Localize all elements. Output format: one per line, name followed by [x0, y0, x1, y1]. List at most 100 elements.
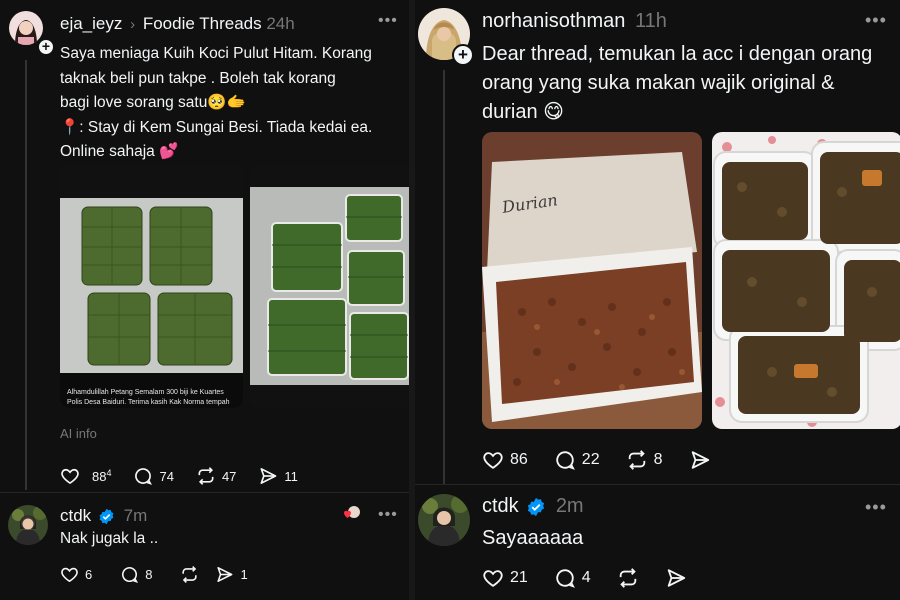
more-icon[interactable]: ••• [865, 10, 887, 31]
like-count: 86 [510, 451, 528, 468]
like-count-value: 88 [92, 469, 107, 485]
share-icon [217, 566, 233, 583]
post-image-1[interactable]: Durian [482, 132, 702, 429]
post-line: taknak beli pun takpe . Boleh tak korang [60, 69, 336, 87]
heart-icon [483, 570, 503, 587]
share-count: 11 [284, 468, 298, 484]
like-button[interactable]: 884 [60, 466, 111, 486]
comment-icon [556, 569, 575, 588]
reply-count: 8 [145, 567, 153, 582]
post-line: Saya meniaga Kuih Koci Pulut Hitam. Kora… [60, 45, 372, 62]
comment-icon [135, 468, 153, 485]
reply-author-username[interactable]: ctdk [60, 506, 91, 525]
share-button[interactable]: 1 [215, 565, 248, 584]
divider [415, 484, 900, 485]
post-line: Online sahaja 💕 [60, 143, 179, 160]
liked-by-author-icon [343, 505, 361, 523]
repost-icon [198, 467, 214, 485]
heart-icon [61, 567, 78, 583]
reply-button[interactable]: 8 [120, 565, 152, 584]
post-line: durian 😋 [482, 101, 565, 123]
post-time: 11h [635, 10, 667, 32]
comment-icon [556, 451, 575, 470]
like-count-sup: 4 [106, 467, 112, 478]
post-author-username[interactable]: eja_ieyz [60, 14, 122, 33]
like-button[interactable]: 86 [482, 449, 528, 471]
community-name[interactable]: Foodie Threads [143, 14, 262, 33]
share-count: 1 [240, 567, 248, 582]
like-button[interactable]: 6 [60, 565, 92, 584]
reply-count: 74 [159, 468, 174, 484]
repost-button[interactable]: 8 [626, 449, 663, 471]
repost-count: 8 [653, 451, 663, 468]
post-actions: 884 74 47 11 [60, 466, 298, 486]
post-author-username[interactable]: norhanisothman [482, 10, 625, 32]
image-caption-line: Alhamdulillah Petang Semalam 300 biji ke… [67, 389, 224, 396]
reply-author-avatar[interactable] [418, 494, 470, 546]
share-icon [260, 468, 277, 484]
reply-time: 7m [123, 506, 148, 525]
share-icon [691, 451, 709, 469]
post-image-2[interactable] [712, 132, 900, 429]
wajik-container-photo [482, 132, 702, 429]
thread-connector-line [25, 60, 27, 490]
reply-button[interactable]: 4 [554, 567, 591, 589]
reply-body: Sayaaaaaa [482, 527, 584, 549]
post-image-2[interactable] [250, 165, 409, 408]
image-caption-line: Polis Desa Baiduri. Terima kasih Kak Nor… [67, 399, 230, 406]
post-header: norhanisothman 11h [482, 10, 667, 33]
thread-connector-line [443, 70, 445, 485]
heart-icon [61, 468, 79, 485]
right-screenshot: + norhanisothman 11h ••• Dear thread, te… [415, 0, 900, 600]
share-icon [667, 569, 685, 587]
reply-author-avatar[interactable] [8, 505, 48, 545]
share-button[interactable] [665, 567, 687, 589]
reply-header: ctdk 2m [482, 495, 584, 518]
post-body: Saya meniaga Kuih Koci Pulut Hitam. Kora… [60, 42, 372, 165]
reply-count: 4 [581, 569, 591, 586]
follow-plus-icon[interactable]: + [37, 38, 55, 56]
wajik-boxes-photo [712, 132, 900, 429]
repost-icon [628, 450, 645, 470]
reply-body: Nak jugak la .. [60, 530, 159, 547]
post-actions: 86 22 8 [482, 449, 711, 471]
image-caption: Alhamdulillah Petang Semalam 300 biji ke… [67, 388, 230, 408]
post-image-1[interactable]: Alhamdulillah Petang Semalam 300 biji ke… [60, 165, 243, 408]
like-count: 21 [510, 569, 528, 586]
repost-count: 47 [221, 468, 237, 484]
post-time: 24h [266, 14, 295, 33]
like-count: 884 [86, 468, 111, 484]
verified-icon [99, 508, 114, 525]
reply-button[interactable]: 22 [554, 449, 600, 471]
repost-icon [619, 568, 636, 588]
comment-icon [122, 567, 139, 583]
chevron-right-icon: › [130, 16, 136, 33]
repost-button[interactable]: 47 [196, 466, 236, 486]
like-button[interactable]: 21 [482, 567, 528, 589]
reply-author-username[interactable]: ctdk [482, 495, 519, 517]
more-icon[interactable]: ••• [378, 506, 398, 524]
ai-info-label[interactable]: AI info [60, 426, 97, 441]
reply-count: 22 [581, 451, 600, 468]
kuih-koci-tray-photo [60, 165, 243, 408]
reply-actions: 21 4 [482, 567, 687, 589]
reply-actions: 6 8 1 [60, 565, 248, 584]
verified-icon [528, 497, 545, 516]
share-button[interactable] [689, 449, 711, 471]
like-count: 6 [85, 567, 93, 582]
repost-button[interactable] [617, 567, 639, 589]
follow-plus-icon[interactable]: + [452, 44, 474, 66]
reply-button[interactable]: 74 [133, 466, 174, 486]
repost-icon [182, 566, 198, 583]
post-line: 📍: Stay di Kem Sungai Besi. Tiada kedai … [60, 118, 373, 136]
reply-time: 2m [555, 495, 584, 517]
more-icon[interactable]: ••• [865, 497, 887, 518]
share-button[interactable]: 11 [258, 466, 298, 486]
more-icon[interactable]: ••• [378, 12, 398, 30]
reply-header: ctdk 7m [60, 506, 147, 526]
left-screenshot: + eja_ieyz › Foodie Threads 24h ••• Saya… [0, 0, 409, 600]
divider [0, 492, 409, 493]
post-line: bagi love sorang satu🥺🫱 [60, 94, 246, 111]
post-author-avatar[interactable] [9, 11, 43, 45]
repost-button[interactable] [180, 565, 199, 584]
